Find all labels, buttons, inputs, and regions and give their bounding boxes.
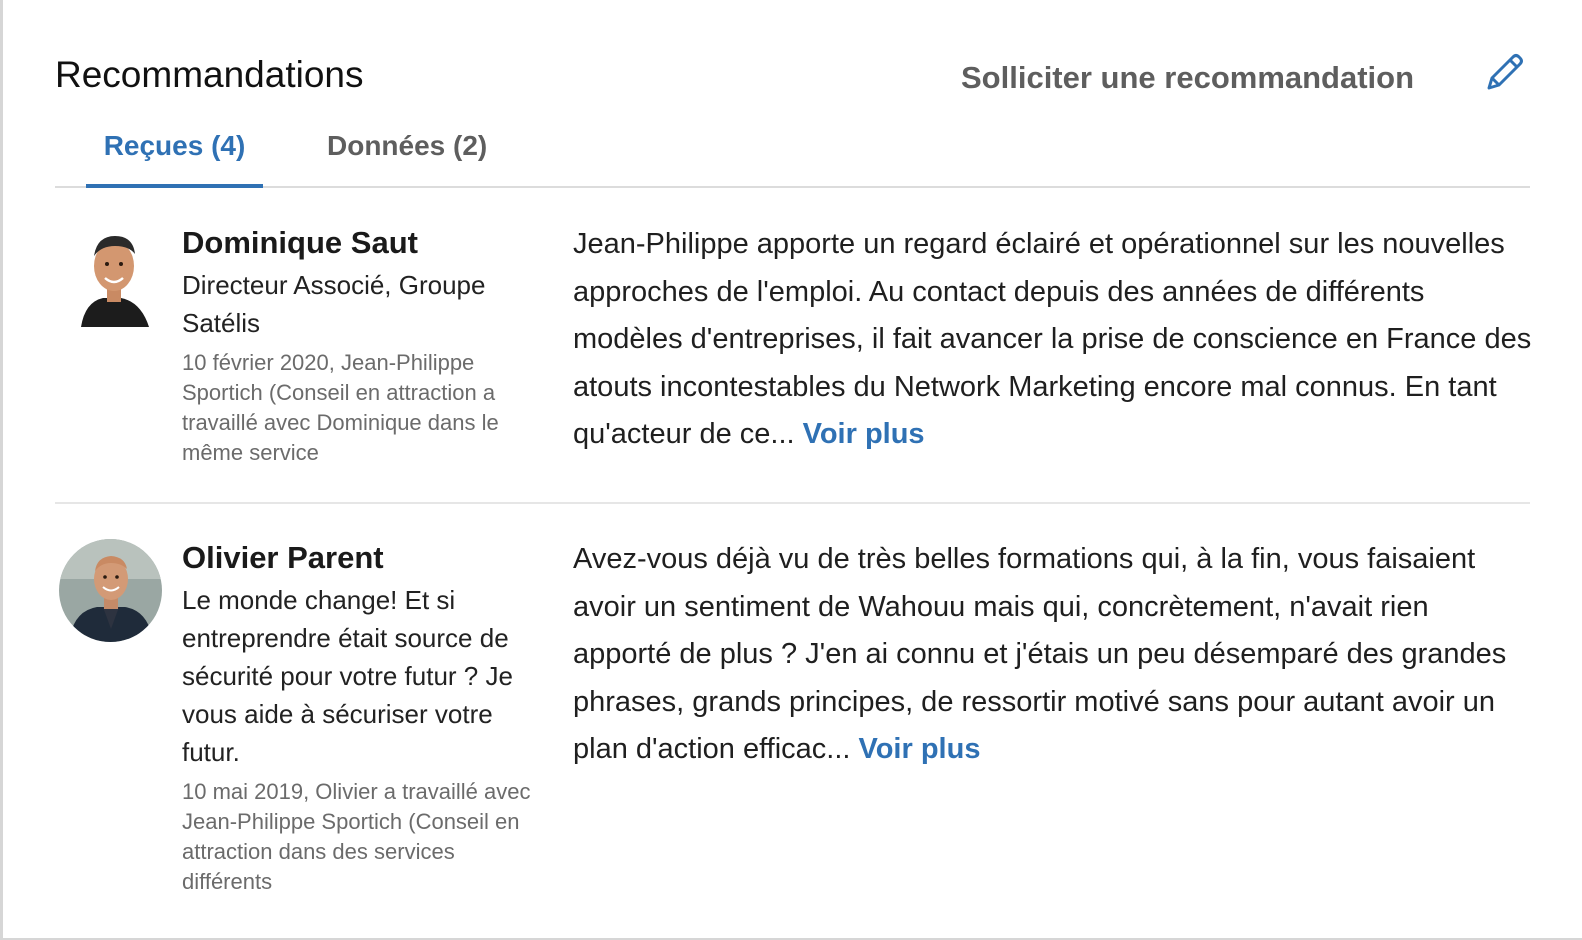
tabs-bar: Reçues (4) Données (2) xyxy=(55,118,1530,188)
recommendation-body: Avez-vous déjà vu de très belles formati… xyxy=(573,543,1507,765)
see-more-link[interactable]: Voir plus xyxy=(859,733,981,765)
recommendation-meta: 10 mai 2019, Olivier a travaillé avec Je… xyxy=(182,779,531,894)
recommendation-text: Avez-vous déjà vu de très belles formati… xyxy=(573,536,1533,774)
recommender-headline: Directeur Associé, Groupe Satélis xyxy=(182,270,486,338)
recommendation-item: Olivier Parent Le monde change! Et si en… xyxy=(55,505,1530,925)
tab-received[interactable]: Reçues (4) xyxy=(86,130,263,188)
avatar[interactable] xyxy=(59,224,162,327)
recommendation-text: Jean-Philippe apporte un regard éclairé … xyxy=(573,221,1533,459)
pencil-icon xyxy=(1487,54,1523,90)
recommendation-body: Jean-Philippe apporte un regard éclairé … xyxy=(573,228,1532,450)
section-header: Recommandations Solliciter une recommand… xyxy=(55,50,1535,110)
recommendation-item: Dominique Saut Directeur Associé, Groupe… xyxy=(55,190,1533,504)
solicit-recommendation-button[interactable]: Solliciter une recommandation xyxy=(961,60,1414,96)
edit-button[interactable] xyxy=(1483,50,1527,94)
avatar-photo-icon xyxy=(59,539,162,642)
section-title: Recommandations xyxy=(55,54,364,95)
recommender-name[interactable]: Olivier Parent xyxy=(182,539,542,577)
recommender-info: Dominique Saut Directeur Associé, Groupe… xyxy=(182,224,542,468)
tab-given[interactable]: Données (2) xyxy=(327,130,487,188)
recommendations-card: Recommandations Solliciter une recommand… xyxy=(0,0,1582,940)
avatar-photo-icon xyxy=(59,224,162,327)
recommendation-meta: 10 février 2020, Jean-Philippe Sportich … xyxy=(182,350,499,465)
recommender-info: Olivier Parent Le monde change! Et si en… xyxy=(182,539,542,897)
recommender-headline: Le monde change! Et si entreprendre étai… xyxy=(182,585,513,767)
recommender-name[interactable]: Dominique Saut xyxy=(182,224,542,262)
avatar[interactable] xyxy=(59,539,162,642)
see-more-link[interactable]: Voir plus xyxy=(803,418,925,450)
